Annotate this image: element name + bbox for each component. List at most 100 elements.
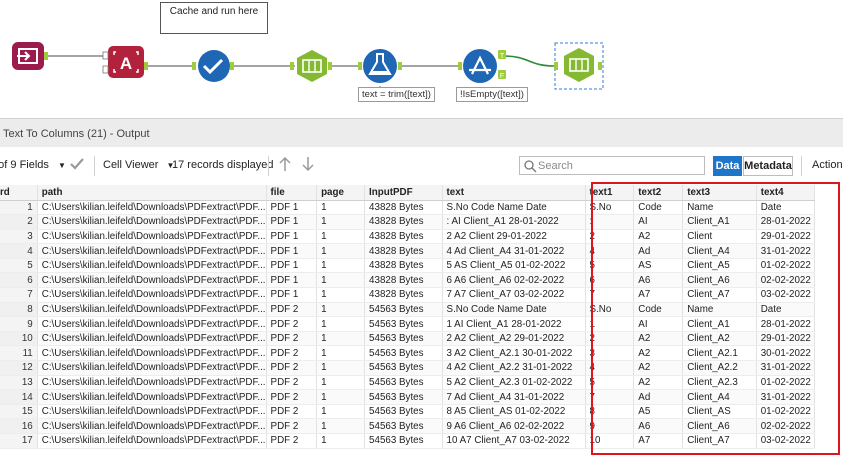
table-cell[interactable]: 02-02-2022 [756, 418, 816, 434]
table-cell[interactable]: A2 [633, 345, 684, 362]
record-number-cell[interactable]: 12 [0, 360, 38, 376]
table-cell[interactable]: Client_A4 [682, 389, 757, 405]
table-cell[interactable]: 5 [585, 375, 635, 391]
table-cell[interactable]: 54563 Bytes [364, 404, 443, 420]
table-cell[interactable]: Code [633, 200, 684, 216]
table-row[interactable]: 3 C:\Users\kilian.leifeld\Downloads\PDFex… [0, 229, 816, 245]
table-cell[interactable]: 1 [316, 433, 366, 449]
fields-selector[interactable]: 9 of 9 Fields ▼ [0, 159, 66, 171]
table-cell[interactable]: 1 [316, 200, 366, 216]
table-cell[interactable]: 5 AS Client_A5 01-02-2022 [442, 258, 586, 274]
table-cell[interactable]: 43828 Bytes [364, 214, 443, 230]
table-cell[interactable]: 4 [585, 360, 635, 376]
table-row[interactable]: 13 C:\Users\kilian.leifeld\Downloads\PDFe… [0, 375, 816, 391]
table-cell[interactable]: PDF 1 [266, 214, 318, 230]
table-cell[interactable]: 54563 Bytes [364, 316, 443, 332]
table-cell[interactable]: 2 A2 Client 29-01-2022 [442, 229, 586, 245]
table-cell[interactable]: PDF 1 [266, 243, 318, 259]
table-cell[interactable]: 01-02-2022 [756, 375, 816, 391]
select-tool[interactable] [290, 48, 334, 84]
table-cell[interactable]: C:\Users\kilian.leifeld\Downloads\PDFext… [37, 302, 267, 318]
table-cell[interactable]: 1 [316, 375, 366, 391]
data-grid[interactable]: RecordpathfilepageInputPDFtexttext1text2… [0, 185, 843, 463]
table-cell[interactable]: Date [756, 302, 816, 318]
table-cell[interactable]: 1 [316, 229, 366, 245]
table-cell[interactable]: 9 [585, 418, 635, 434]
table-cell[interactable]: 6 A6 Client_A6 02-02-2022 [442, 272, 586, 289]
table-cell[interactable]: A5 [633, 404, 684, 420]
table-cell[interactable]: 30-01-2022 [756, 345, 816, 362]
table-cell[interactable]: Client_AS [682, 404, 757, 420]
table-cell[interactable]: Client_A4 [682, 243, 757, 259]
table-cell[interactable]: PDF 1 [266, 229, 318, 245]
column-header[interactable]: path [37, 185, 267, 201]
table-cell[interactable]: 7 [585, 389, 635, 405]
table-cell[interactable]: 1 [585, 316, 635, 332]
table-cell[interactable]: 31-01-2022 [756, 360, 816, 376]
table-cell[interactable]: 31-01-2022 [756, 243, 816, 259]
table-cell[interactable]: PDF 2 [266, 404, 318, 420]
table-cell[interactable]: Client_A2 [682, 331, 757, 347]
table-cell[interactable]: 10 [585, 433, 635, 449]
record-number-cell[interactable]: 9 [0, 316, 38, 332]
table-cell[interactable]: C:\Users\kilian.leifeld\Downloads\PDFext… [37, 243, 267, 259]
table-cell[interactable]: 29-01-2022 [756, 229, 816, 245]
table-cell[interactable]: 2 [585, 331, 635, 347]
table-cell[interactable]: 54563 Bytes [364, 360, 443, 376]
table-cell[interactable]: 54563 Bytes [364, 433, 443, 449]
table-cell[interactable]: A6 [633, 272, 684, 289]
table-cell[interactable]: C:\Users\kilian.leifeld\Downloads\PDFext… [37, 258, 267, 274]
table-row[interactable]: 14 C:\Users\kilian.leifeld\Downloads\PDFe… [0, 389, 816, 405]
text-to-columns-tool[interactable] [554, 42, 606, 90]
table-cell[interactable]: PDF 2 [266, 389, 318, 405]
table-cell[interactable]: 54563 Bytes [364, 302, 443, 318]
table-row[interactable]: 12 C:\Users\kilian.leifeld\Downloads\PDFe… [0, 360, 816, 376]
table-row[interactable]: 8 C:\Users\kilian.leifeld\Downloads\PDFex… [0, 302, 816, 318]
table-cell[interactable]: 54563 Bytes [364, 418, 443, 434]
table-cell[interactable]: 7 Ad Client_A4 31-01-2022 [442, 389, 586, 405]
record-number-cell[interactable]: 16 [0, 418, 38, 434]
column-header[interactable]: page [316, 185, 366, 201]
table-cell[interactable]: Name [682, 302, 757, 318]
record-number-cell[interactable]: 3 [0, 229, 38, 245]
table-cell[interactable]: 3 [585, 345, 635, 362]
column-header[interactable]: text1 [585, 185, 635, 201]
column-header[interactable]: text4 [756, 185, 816, 201]
column-header[interactable]: text3 [682, 185, 757, 201]
table-cell[interactable]: C:\Users\kilian.leifeld\Downloads\PDFext… [37, 214, 267, 230]
table-cell[interactable]: C:\Users\kilian.leifeld\Downloads\PDFext… [37, 375, 267, 391]
table-cell[interactable]: C:\Users\kilian.leifeld\Downloads\PDFext… [37, 287, 267, 303]
table-cell[interactable]: S.No [585, 302, 635, 318]
table-cell[interactable]: PDF 1 [266, 287, 318, 303]
table-cell[interactable]: 5 A2 Client_A2.3 01-02-2022 [442, 375, 586, 391]
table-cell[interactable]: PDF 2 [266, 360, 318, 376]
table-cell[interactable]: 1 AI Client_A1 28-01-2022 [442, 316, 586, 332]
table-cell[interactable]: PDF 2 [266, 331, 318, 347]
table-cell[interactable]: C:\Users\kilian.leifeld\Downloads\PDFext… [37, 389, 267, 405]
table-cell[interactable]: C:\Users\kilian.leifeld\Downloads\PDFext… [37, 345, 267, 362]
table-cell[interactable]: PDF 2 [266, 375, 318, 391]
table-cell[interactable]: 6 [585, 272, 635, 289]
table-cell[interactable]: S.No Code Name Date [442, 200, 586, 216]
table-cell[interactable]: PDF 2 [266, 345, 318, 362]
table-cell[interactable]: 4 [585, 243, 635, 259]
table-cell[interactable]: 1 [316, 287, 366, 303]
table-cell[interactable]: C:\Users\kilian.leifeld\Downloads\PDFext… [37, 316, 267, 332]
column-header[interactable]: file [266, 185, 318, 201]
table-cell[interactable]: 10 A7 Client_A7 03-02-2022 [442, 433, 586, 449]
table-cell[interactable]: Ad [633, 389, 684, 405]
table-cell[interactable]: 1 [316, 302, 366, 318]
table-cell[interactable]: 43828 Bytes [364, 258, 443, 274]
actions-menu[interactable]: Actions [812, 159, 843, 171]
table-cell[interactable]: C:\Users\kilian.leifeld\Downloads\PDFext… [37, 360, 267, 376]
table-cell[interactable]: A2 [633, 331, 684, 347]
table-cell[interactable]: Client_A7 [682, 287, 757, 303]
table-cell[interactable]: C:\Users\kilian.leifeld\Downloads\PDFext… [37, 272, 267, 289]
table-cell[interactable]: 43828 Bytes [364, 272, 443, 289]
table-cell[interactable]: Ad [633, 243, 684, 259]
table-cell[interactable]: AI [633, 214, 684, 230]
table-cell[interactable]: 01-02-2022 [756, 404, 816, 420]
table-cell[interactable]: AI [633, 316, 684, 332]
table-cell[interactable]: 03-02-2022 [756, 433, 816, 449]
table-cell[interactable]: Client_A7 [682, 433, 757, 449]
